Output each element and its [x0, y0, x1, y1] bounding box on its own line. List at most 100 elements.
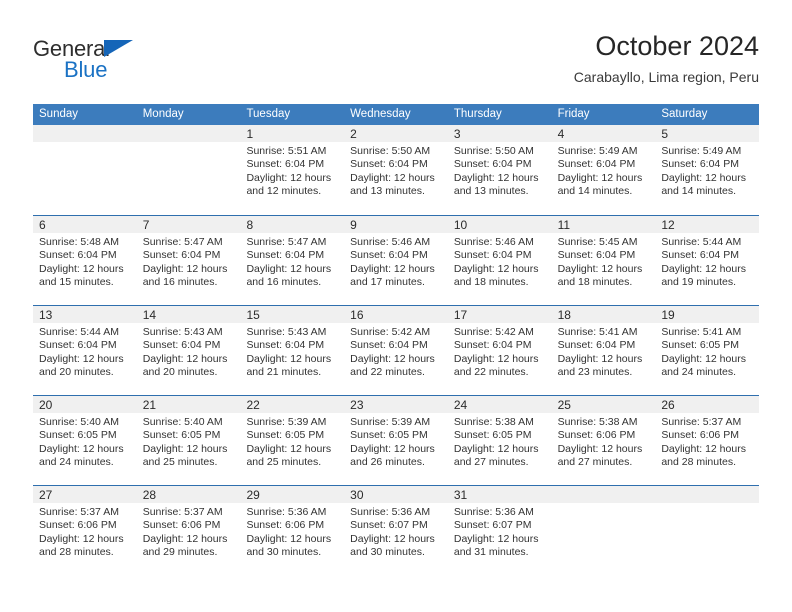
calendar-day-cell[interactable]: 28 Sunrise: 5:37 AM Sunset: 6:06 PM Dayligh…: [136, 486, 241, 575]
day-details: Sunrise: 5:36 AM Sunset: 6:07 PM Daylight:…: [448, 503, 552, 560]
day-number: 29: [246, 488, 260, 502]
day-detail-line: Sunset: 6:04 PM: [350, 158, 428, 171]
day-number-band: 19: [655, 306, 760, 323]
day-number: 16: [350, 308, 364, 322]
day-number-band: 14: [136, 306, 241, 323]
day-detail-line: and 16 minutes.: [246, 276, 322, 289]
calendar-day-cell[interactable]: 4 Sunrise: 5:49 AM Sunset: 6:04 PM Daylight…: [551, 125, 656, 215]
calendar-day-cell[interactable]: 9 Sunrise: 5:46 AM Sunset: 6:04 PM Daylight…: [344, 216, 448, 305]
day-number-band: 4: [551, 125, 656, 142]
day-number: 12: [661, 218, 675, 232]
day-detail-line: Daylight: 12 hours: [453, 442, 539, 455]
day-number: 4: [557, 127, 565, 141]
calendar-day-cell[interactable]: 27 Sunrise: 5:37 AM Sunset: 6:06 PM Dayligh…: [33, 486, 137, 575]
day-number-band: [551, 486, 656, 503]
day-detail-line: Sunrise: 5:41 AM: [557, 326, 638, 338]
day-detail-line: Sunset: 6:04 PM: [557, 158, 636, 171]
day-detail-line: and 19 minutes.: [661, 276, 737, 289]
calendar-day-cell[interactable]: 15 Sunrise: 5:43 AM Sunset: 6:04 PM Dayligh…: [240, 306, 345, 395]
day-details: Sunrise: 5:36 AM Sunset: 6:07 PM Daylight:…: [344, 503, 448, 560]
calendar-day-cell[interactable]: 2 Sunrise: 5:50 AM Sunset: 6:04 PM Daylight…: [344, 125, 448, 215]
day-number-band: 5: [655, 125, 760, 142]
calendar-day-cell[interactable]: 19 Sunrise: 5:41 AM Sunset: 6:05 PM Dayligh…: [655, 306, 760, 395]
day-detail-line: Sunset: 6:06 PM: [246, 519, 325, 532]
calendar-day-cell[interactable]: 31 Sunrise: 5:36 AM Sunset: 6:07 PM Dayligh…: [447, 486, 552, 575]
day-detail-line: and 18 minutes.: [453, 276, 529, 289]
page-subtitle: Carabayllo, Lima region, Peru: [573, 69, 759, 85]
day-detail-line: Sunrise: 5:36 AM: [453, 506, 534, 518]
calendar-day-cell[interactable]: 5 Sunrise: 5:49 AM Sunset: 6:04 PM Daylight…: [655, 125, 760, 215]
calendar-day-cell[interactable]: 10 Sunrise: 5:46 AM Sunset: 6:04 PM Dayligh…: [447, 216, 552, 305]
calendar-day-cell[interactable]: 18 Sunrise: 5:41 AM Sunset: 6:04 PM Dayligh…: [551, 306, 656, 395]
day-number: 30: [350, 488, 364, 502]
day-detail-line: Sunrise: 5:47 AM: [246, 236, 327, 248]
calendar-day-cell[interactable]: 20 Sunrise: 5:40 AM Sunset: 6:05 PM Dayligh…: [33, 396, 137, 485]
calendar-day-cell[interactable]: 25 Sunrise: 5:38 AM Sunset: 6:06 PM Dayligh…: [551, 396, 656, 485]
day-detail-line: and 13 minutes.: [453, 185, 529, 198]
calendar-day-cell[interactable]: 6 Sunrise: 5:48 AM Sunset: 6:04 PM Daylight…: [33, 216, 137, 305]
day-number-band: 3: [447, 125, 552, 142]
day-number: 20: [39, 398, 53, 412]
calendar-day-cell[interactable]: 29 Sunrise: 5:36 AM Sunset: 6:06 PM Dayligh…: [240, 486, 345, 575]
day-details: Sunrise: 5:40 AM Sunset: 6:05 PM Daylight:…: [33, 413, 137, 470]
day-detail-line: Sunset: 6:06 PM: [142, 519, 221, 532]
day-number: 2: [350, 127, 357, 141]
calendar-day-cell[interactable]: 24 Sunrise: 5:38 AM Sunset: 6:05 PM Dayligh…: [447, 396, 552, 485]
general-blue-logo[interactable]: General Blue: [33, 36, 213, 88]
weekday-header-wednesday: Wednesday: [350, 108, 411, 120]
day-detail-line: Sunrise: 5:37 AM: [142, 506, 223, 518]
day-detail-line: Sunset: 6:05 PM: [453, 429, 532, 442]
day-detail-line: Sunset: 6:07 PM: [350, 519, 428, 532]
day-number: 3: [453, 127, 461, 141]
day-number-band: 31: [447, 486, 552, 503]
day-number-band: 30: [344, 486, 448, 503]
calendar-day-cell[interactable]: 13 Sunrise: 5:44 AM Sunset: 6:04 PM Dayligh…: [33, 306, 137, 395]
day-detail-line: Sunset: 6:04 PM: [246, 339, 325, 352]
day-detail-line: Sunset: 6:04 PM: [661, 249, 739, 262]
day-detail-line: Sunset: 6:04 PM: [453, 158, 532, 171]
day-detail-line: Sunrise: 5:37 AM: [39, 506, 119, 518]
day-detail-line: and 20 minutes.: [39, 366, 114, 379]
day-detail-line: Daylight: 12 hours: [350, 352, 435, 365]
day-number: 27: [39, 488, 53, 502]
calendar-day-cell[interactable]: 11 Sunrise: 5:45 AM Sunset: 6:04 PM Dayligh…: [551, 216, 656, 305]
day-number-band: 23: [344, 396, 448, 413]
calendar-day-cell[interactable]: 30 Sunrise: 5:36 AM Sunset: 6:07 PM Dayligh…: [344, 486, 448, 575]
day-detail-line: Sunrise: 5:51 AM: [246, 145, 327, 157]
day-number: 8: [246, 218, 254, 232]
day-detail-line: and 30 minutes.: [246, 546, 322, 559]
calendar-day-cell[interactable]: 21 Sunrise: 5:40 AM Sunset: 6:05 PM Dayligh…: [136, 396, 241, 485]
day-details: Sunrise: 5:41 AM Sunset: 6:05 PM Daylight:…: [655, 323, 759, 380]
weekday-header-row: Sunday Monday Tuesday Wednesday Thursday Frid…: [33, 104, 759, 125]
day-number-band: 24: [447, 396, 552, 413]
day-details: Sunrise: 5:47 AM Sunset: 6:04 PM Daylight:…: [137, 233, 241, 290]
day-number: 24: [453, 398, 468, 412]
day-detail-line: and 27 minutes.: [557, 456, 633, 469]
calendar-day-cell[interactable]: 16 Sunrise: 5:42 AM Sunset: 6:04 PM Dayligh…: [344, 306, 448, 395]
calendar-day-cell[interactable]: 8 Sunrise: 5:47 AM Sunset: 6:04 PM Daylight…: [240, 216, 345, 305]
day-number: 21: [142, 398, 157, 412]
day-details: Sunrise: 5:37 AM Sunset: 6:06 PM Daylight:…: [33, 503, 137, 560]
weekday-header-monday: Monday: [142, 108, 184, 120]
calendar-day-cell[interactable]: 7 Sunrise: 5:47 AM Sunset: 6:04 PM Daylight…: [136, 216, 241, 305]
day-detail-line: Sunrise: 5:37 AM: [661, 416, 742, 428]
day-details: Sunrise: 5:39 AM Sunset: 6:05 PM Daylight:…: [240, 413, 344, 470]
day-details: Sunrise: 5:49 AM Sunset: 6:04 PM Daylight:…: [655, 142, 759, 199]
calendar-page: General Blue October 2024 Carabayllo, Li…: [0, 0, 792, 612]
calendar-day-cell[interactable]: 12 Sunrise: 5:44 AM Sunset: 6:04 PM Dayligh…: [655, 216, 760, 305]
day-detail-line: Sunrise: 5:38 AM: [557, 416, 638, 428]
calendar-day-cell[interactable]: 14 Sunrise: 5:43 AM Sunset: 6:04 PM Dayligh…: [136, 306, 241, 395]
day-detail-line: Sunrise: 5:41 AM: [661, 326, 742, 338]
calendar-day-cell[interactable]: 3 Sunrise: 5:50 AM Sunset: 6:04 PM Daylight…: [447, 125, 552, 215]
day-details: Sunrise: 5:50 AM Sunset: 6:04 PM Daylight:…: [344, 142, 448, 199]
day-detail-line: Sunset: 6:04 PM: [350, 339, 428, 352]
day-detail-line: Daylight: 12 hours: [557, 262, 643, 275]
day-details: Sunrise: 5:47 AM Sunset: 6:04 PM Daylight:…: [240, 233, 344, 290]
calendar-day-cell[interactable]: 26 Sunrise: 5:37 AM Sunset: 6:06 PM Dayligh…: [655, 396, 760, 485]
day-number-band: 7: [136, 216, 241, 233]
calendar-day-cell[interactable]: 22 Sunrise: 5:39 AM Sunset: 6:05 PM Dayligh…: [240, 396, 345, 485]
calendar-day-cell[interactable]: 1 Sunrise: 5:51 AM Sunset: 6:04 PM Daylight…: [240, 125, 345, 215]
calendar-day-cell[interactable]: 23 Sunrise: 5:39 AM Sunset: 6:05 PM Dayligh…: [344, 396, 448, 485]
calendar-day-cell[interactable]: 17 Sunrise: 5:42 AM Sunset: 6:04 PM Dayligh…: [447, 306, 552, 395]
day-number-band: 2: [344, 125, 448, 142]
